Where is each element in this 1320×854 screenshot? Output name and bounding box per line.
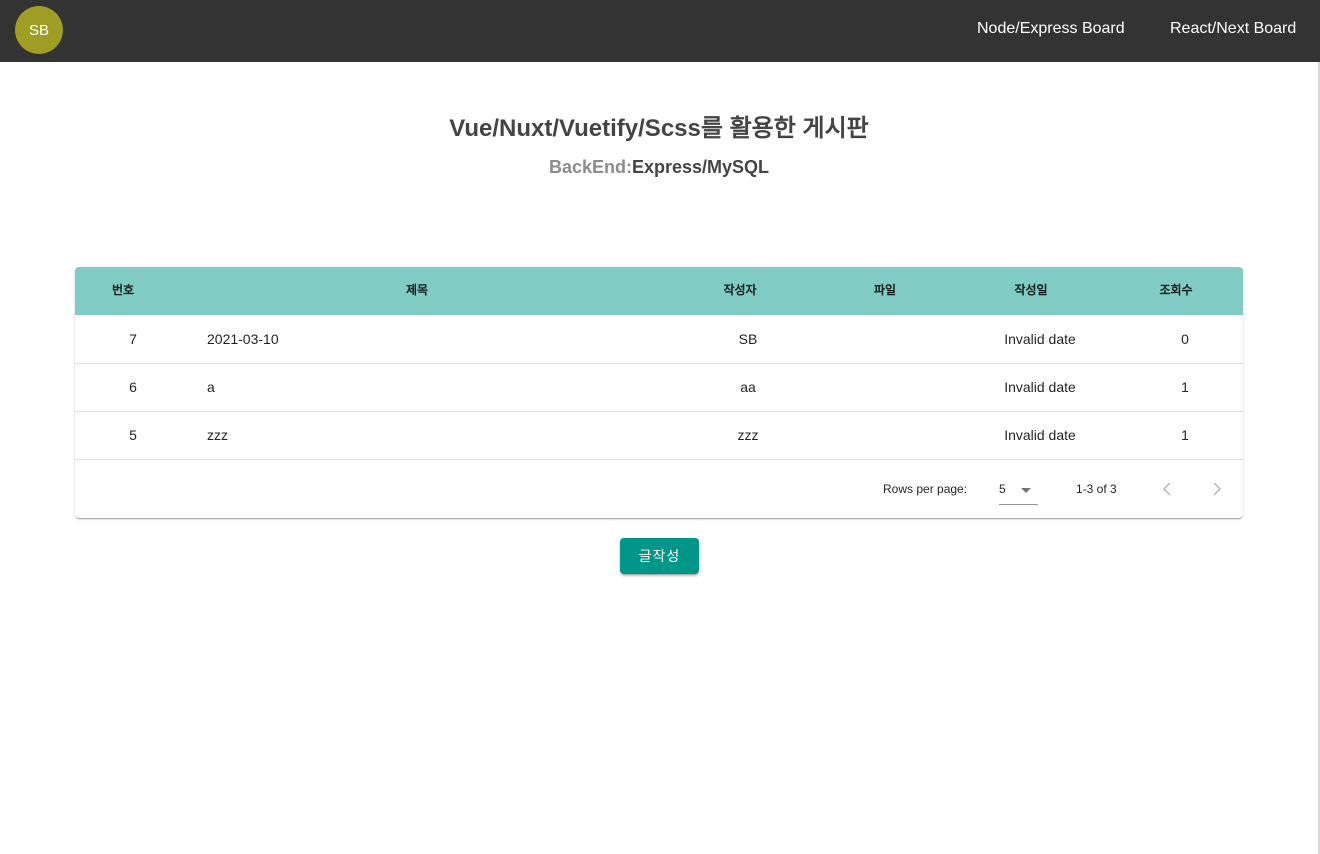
chevron-left-icon [1162, 482, 1171, 496]
row-author: zzz [737, 427, 759, 443]
row-title[interactable]: a [207, 378, 215, 396]
row-date: Invalid date [1004, 379, 1076, 395]
rows-per-page-select[interactable]: 5 [999, 474, 1038, 505]
backend-value: Express/MySQL [631, 157, 770, 177]
avatar[interactable]: SB [15, 6, 63, 54]
app-bar: SB Node/Express Board React/Next Board [0, 0, 1320, 62]
row-title[interactable]: zzz [207, 426, 228, 444]
chevron-right-icon [1213, 482, 1222, 496]
previous-page-button[interactable] [1155, 477, 1179, 501]
write-post-button[interactable]: 글작성 [620, 538, 699, 574]
row-number: 6 [129, 379, 137, 395]
backend-label: BackEnd: [548, 157, 632, 177]
nav-react-next-board[interactable]: React/Next Board [1170, 19, 1296, 39]
column-header-file[interactable]: 파일 [874, 282, 896, 298]
board-table: 번호 제목 작성자 파일 작성일 조회수 7 2021-03-10 SB Inv… [75, 267, 1243, 518]
table-row[interactable]: 7 2021-03-10 SB Invalid date 0 [75, 315, 1243, 364]
table-footer: Rows per page: 5 1-3 of 3 [75, 460, 1243, 518]
row-date: Invalid date [1004, 427, 1076, 443]
page-title: Vue/Nuxt/Vuetify/Scss를 활용한 게시판 [449, 115, 869, 142]
row-author: aa [740, 379, 756, 395]
table-header: 번호 제목 작성자 파일 작성일 조회수 [75, 267, 1243, 315]
page-subtitle: BackEnd:Express/MySQL [0, 155, 1318, 179]
rows-per-page-value: 5 [999, 482, 1006, 496]
rows-per-page-label: Rows per page: [883, 482, 968, 496]
row-number: 5 [129, 427, 137, 443]
row-author: SB [738, 331, 758, 347]
caret-down-icon [1021, 488, 1031, 493]
table-row[interactable]: 6 a aa Invalid date 1 [75, 363, 1243, 412]
column-header-views[interactable]: 조회수 [1159, 282, 1192, 298]
column-header-title[interactable]: 제목 [406, 282, 428, 298]
table-row[interactable]: 5 zzz zzz Invalid date 1 [75, 411, 1243, 460]
row-number: 7 [129, 331, 137, 347]
nav-node-express-board[interactable]: Node/Express Board [977, 19, 1125, 39]
row-views: 1 [1181, 379, 1189, 395]
column-header-date[interactable]: 작성일 [1014, 282, 1047, 298]
pagination-range: 1-3 of 3 [1076, 482, 1117, 496]
row-views: 1 [1181, 427, 1189, 443]
row-title[interactable]: 2021-03-10 [207, 330, 279, 348]
column-header-author[interactable]: 작성자 [723, 282, 756, 298]
row-views: 0 [1181, 331, 1189, 347]
row-date: Invalid date [1004, 331, 1076, 347]
next-page-button[interactable] [1205, 477, 1229, 501]
column-header-number[interactable]: 번호 [112, 282, 134, 298]
